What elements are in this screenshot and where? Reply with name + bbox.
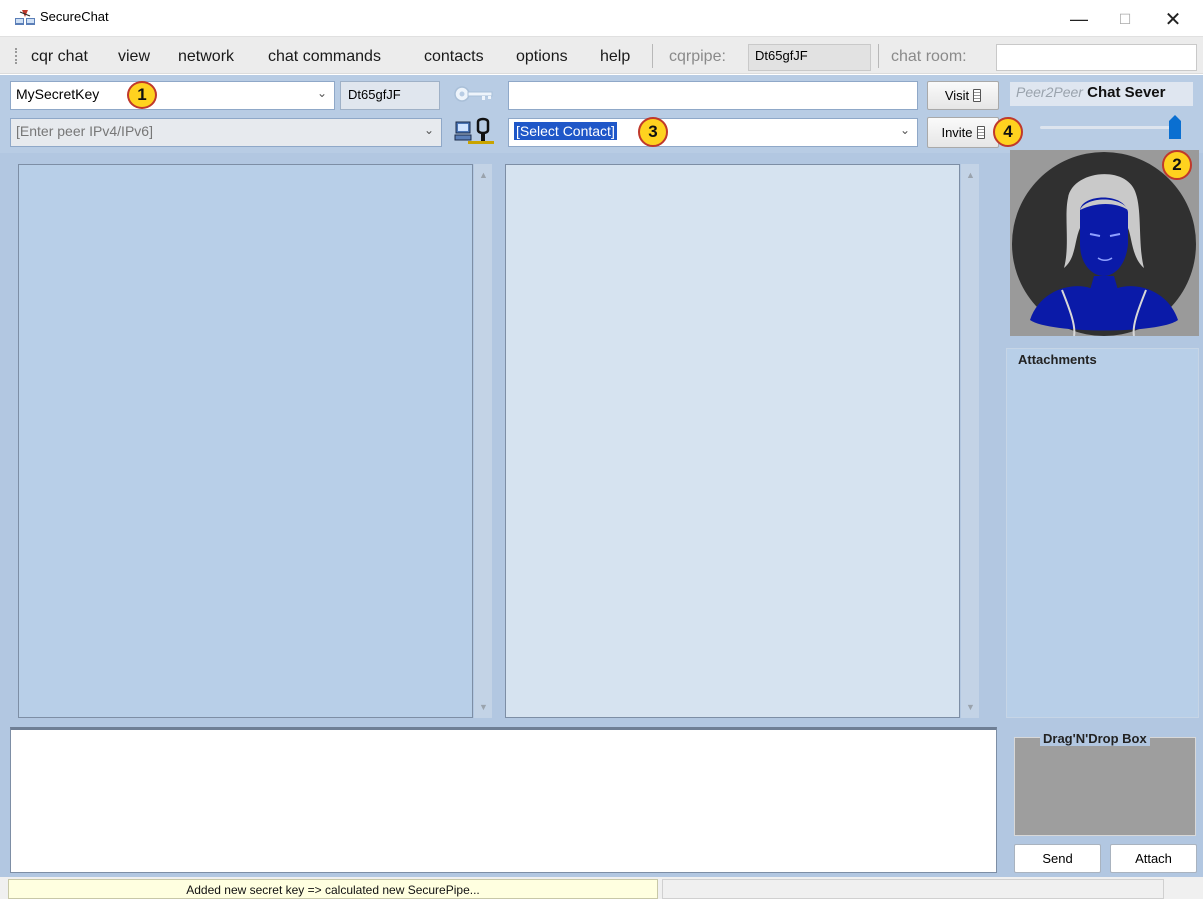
callout-badge-2: 2 [1162, 150, 1192, 180]
menu-chat-commands[interactable]: chat commands [268, 48, 381, 66]
contact-combo[interactable]: [Select Contact] ⌄ [508, 118, 918, 147]
cqrpipe-label: cqrpipe: [669, 48, 726, 65]
message-compose-input[interactable] [10, 727, 997, 873]
close-button[interactable]: ✕ [1150, 3, 1196, 35]
chat-history-pane[interactable] [18, 164, 473, 718]
attach-button[interactable]: Attach [1110, 844, 1197, 873]
scroll-up-icon[interactable]: ▲ [479, 170, 488, 180]
scroll-up-icon[interactable]: ▲ [966, 170, 975, 180]
mode-slider-thumb[interactable] [1169, 115, 1181, 139]
invite-button[interactable]: Invite [927, 117, 999, 148]
attachments-box[interactable] [1006, 348, 1199, 718]
mode-slider-track[interactable] [1040, 126, 1180, 129]
phone-icon [976, 126, 985, 139]
secret-key-combo[interactable]: MySecretKey ⌄ [10, 81, 335, 110]
chevron-down-icon[interactable]: ⌄ [424, 123, 434, 137]
minimize-button[interactable]: — [1056, 3, 1102, 35]
chat-history-scrollbar[interactable]: ▲ ▼ [474, 164, 492, 718]
chat-room-input[interactable] [996, 44, 1197, 71]
mode-peer2peer-label[interactable]: Peer2Peer [1016, 84, 1083, 100]
menu-options[interactable]: options [516, 48, 568, 66]
peer-address-combo[interactable]: [Enter peer IPv4/IPv6] ⌄ [10, 118, 442, 147]
chevron-down-icon[interactable]: ⌄ [900, 123, 910, 137]
phone-icon [973, 89, 982, 102]
drag-drop-label: Drag'N'Drop Box [1040, 731, 1150, 746]
invite-button-label: Invite [941, 125, 973, 140]
menu-separator [652, 44, 653, 68]
callout-badge-1: 1 [127, 81, 157, 109]
title-bar [0, 0, 1203, 36]
peer-chat-scrollbar[interactable]: ▲ ▼ [961, 164, 979, 718]
menu-network[interactable]: network [178, 48, 234, 66]
maximize-button[interactable]: ☐ [1102, 3, 1148, 35]
drag-drop-box[interactable] [1014, 737, 1196, 836]
scroll-down-icon[interactable]: ▼ [966, 702, 975, 712]
peer-address-placeholder: [Enter peer IPv4/IPv6] [16, 123, 153, 139]
scroll-down-icon[interactable]: ▼ [479, 702, 488, 712]
send-button[interactable]: Send [1014, 844, 1101, 873]
visit-button[interactable]: Visit [927, 81, 999, 110]
message-topline-input[interactable] [508, 81, 918, 110]
securechat-app-icon [15, 10, 35, 25]
connection-mode-panel: Peer2Peer Chat Sever [1010, 82, 1193, 106]
status-message: Added new secret key => calculated new S… [8, 879, 658, 899]
menu-cqr-chat[interactable]: cqr chat [31, 48, 88, 66]
menu-view[interactable]: view [118, 48, 150, 66]
peer-chat-pane[interactable] [505, 164, 960, 718]
chevron-down-icon[interactable]: ⌄ [317, 86, 327, 100]
callout-badge-4: 4 [993, 117, 1023, 147]
mode-chat-server-label[interactable]: Chat Sever [1087, 84, 1165, 101]
callout-badge-3: 3 [638, 117, 668, 147]
menu-separator [878, 44, 879, 68]
key-icon[interactable] [452, 82, 498, 106]
toolbar-grip-icon[interactable] [15, 48, 18, 64]
connect-plug-icon[interactable] [452, 116, 498, 148]
cqrpipe-field: Dt65gfJF [748, 44, 871, 71]
status-bar-panel [662, 879, 1164, 899]
attachments-label: Attachments [1016, 352, 1099, 367]
menu-help[interactable]: help [600, 48, 630, 66]
chat-room-label: chat room: [891, 48, 967, 65]
window-title: SecureChat [40, 9, 109, 24]
contact-selected-text: [Select Contact] [514, 122, 617, 140]
menu-contacts[interactable]: contacts [424, 48, 484, 66]
pipe-value-field: Dt65gfJF [340, 81, 440, 110]
visit-button-label: Visit [944, 88, 970, 103]
secret-key-value: MySecretKey [16, 86, 100, 102]
